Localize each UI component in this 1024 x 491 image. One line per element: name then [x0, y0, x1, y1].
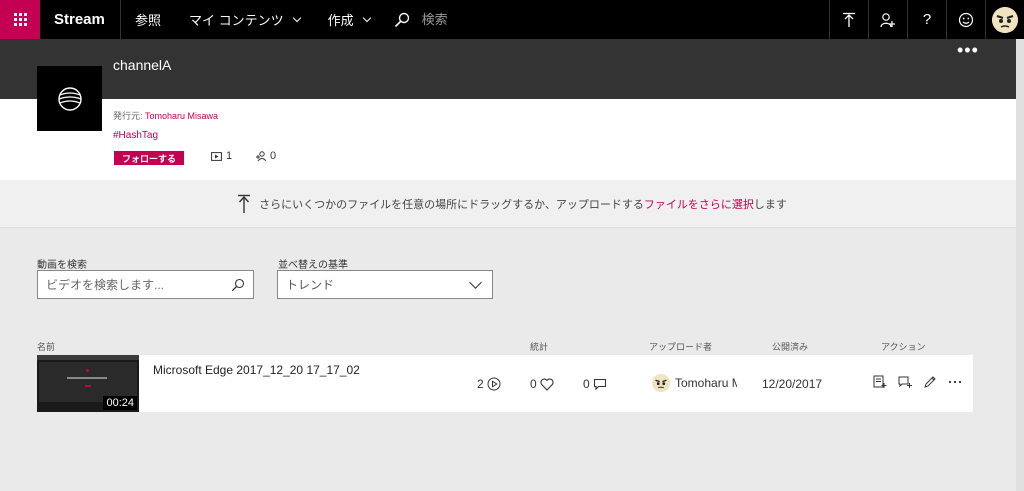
- sort-label: 並べ替えの基準: [278, 260, 348, 271]
- uploader-avatar: [652, 374, 670, 392]
- upload-prompt-suffix: します: [753, 198, 787, 211]
- video-likes: 0: [530, 377, 554, 391]
- nav-item-my-content[interactable]: マイ コンテンツ: [175, 0, 314, 39]
- likes-count: 0: [530, 377, 537, 391]
- video-title[interactable]: Microsoft Edge 2017_12_20 17_17_02: [153, 363, 360, 377]
- nav-right-icons: ?: [829, 0, 1024, 39]
- video-search-input[interactable]: [46, 277, 231, 292]
- chevron-down-icon: [292, 13, 301, 22]
- upload-icon: [238, 194, 251, 213]
- column-header-name: 名前: [37, 342, 56, 352]
- nav-item-browse[interactable]: 参照: [121, 0, 175, 39]
- heart-icon[interactable]: [540, 378, 554, 391]
- play-icon: [487, 377, 501, 391]
- column-header-uploader: アップロード者: [649, 342, 713, 352]
- column-header-stats: 統計: [530, 342, 549, 352]
- help-icon: ?: [922, 11, 932, 28]
- video-uploader[interactable]: Tomoharu Mi: [652, 374, 737, 392]
- nav-item-create-label: 作成: [327, 13, 354, 28]
- globe-icon: [57, 86, 82, 111]
- video-actions: [867, 375, 967, 389]
- channel-title: channelA: [113, 57, 172, 73]
- search-icon[interactable]: [231, 278, 245, 292]
- add-to-list-icon: [873, 375, 886, 388]
- channel-hashtag[interactable]: #HashTag: [113, 130, 158, 141]
- channel-logo: [37, 66, 102, 131]
- waffle-icon: [13, 13, 27, 26]
- app-launcher-button[interactable]: [0, 0, 40, 39]
- user-avatar: [992, 6, 1018, 33]
- pencil-icon: [923, 376, 936, 388]
- video-count-value: 1: [226, 150, 233, 162]
- column-header-published: 公開済み: [772, 342, 809, 352]
- more-icon: [948, 380, 961, 384]
- sort-select-value: トレンド: [286, 278, 335, 292]
- video-duration: 00:24: [103, 396, 137, 410]
- video-search-label: 動画を検索: [37, 260, 87, 271]
- smiley-icon: [958, 12, 974, 27]
- nav-search: [394, 12, 622, 28]
- select-files-link[interactable]: ファイルをさらに選択: [644, 196, 754, 212]
- upload-icon: [843, 12, 855, 27]
- nav-item-create[interactable]: 作成: [314, 0, 384, 39]
- video-row[interactable]: 00:24 Microsoft Edge 2017_12_20 17_17_02…: [37, 355, 973, 412]
- follower-count-value: 0: [270, 150, 277, 162]
- channel-publisher: 発行元: Tomoharu Misawa: [113, 109, 218, 122]
- chevron-down-icon: [469, 275, 482, 289]
- channel-video-count: 1: [211, 150, 232, 162]
- add-to-group-button[interactable]: [892, 375, 917, 389]
- video-thumbnail[interactable]: 00:24: [37, 355, 139, 412]
- follow-button[interactable]: フォローする: [114, 151, 184, 165]
- video-views: 2: [477, 377, 501, 391]
- column-header-actions: アクション: [881, 342, 926, 352]
- more-actions-button[interactable]: [942, 380, 967, 384]
- upload-dropzone[interactable]: さらにいくつかのファイルを任意の場所にドラッグするか、アップロードする ファイルを…: [0, 180, 1024, 228]
- video-comments: 0: [583, 377, 607, 391]
- edit-button[interactable]: [917, 375, 942, 389]
- nav-item-browse-label: 参照: [135, 13, 162, 28]
- page-scrollbar[interactable]: [1016, 39, 1024, 491]
- publisher-prefix: 発行元:: [113, 111, 146, 121]
- search-input[interactable]: [421, 12, 622, 27]
- invite-user-button[interactable]: [868, 0, 907, 39]
- user-avatar-button[interactable]: [985, 0, 1024, 39]
- comments-count: 0: [583, 377, 590, 391]
- sort-select[interactable]: トレンド: [277, 270, 493, 299]
- video-icon: [211, 151, 222, 161]
- search-icon[interactable]: [394, 12, 410, 28]
- channel-follower-count: 0: [255, 150, 276, 162]
- views-count: 2: [477, 377, 484, 391]
- chevron-down-icon: [362, 13, 371, 22]
- video-search-box: [37, 270, 254, 299]
- add-to-playlist-button[interactable]: [867, 375, 892, 389]
- uploader-name: Tomoharu M: [675, 376, 737, 390]
- more-options-icon[interactable]: •••: [957, 40, 979, 61]
- add-comment-icon: [898, 376, 912, 388]
- upload-button[interactable]: [829, 0, 868, 39]
- video-published-date: 12/20/2017: [762, 377, 823, 391]
- publisher-link[interactable]: Tomoharu Misawa: [145, 111, 218, 121]
- feedback-button[interactable]: [946, 0, 985, 39]
- add-user-icon: [880, 12, 895, 27]
- upload-prompt-text: さらにいくつかのファイルを任意の場所にドラッグするか、アップロードする: [259, 198, 644, 211]
- nav-item-my-content-label: マイ コンテンツ: [189, 13, 284, 28]
- help-button[interactable]: ?: [907, 0, 946, 39]
- top-nav: Stream 参照 マイ コンテンツ 作成 ?: [0, 0, 1024, 39]
- brand-name[interactable]: Stream: [40, 11, 120, 28]
- followers-icon: [256, 150, 266, 161]
- comment-icon[interactable]: [593, 378, 607, 391]
